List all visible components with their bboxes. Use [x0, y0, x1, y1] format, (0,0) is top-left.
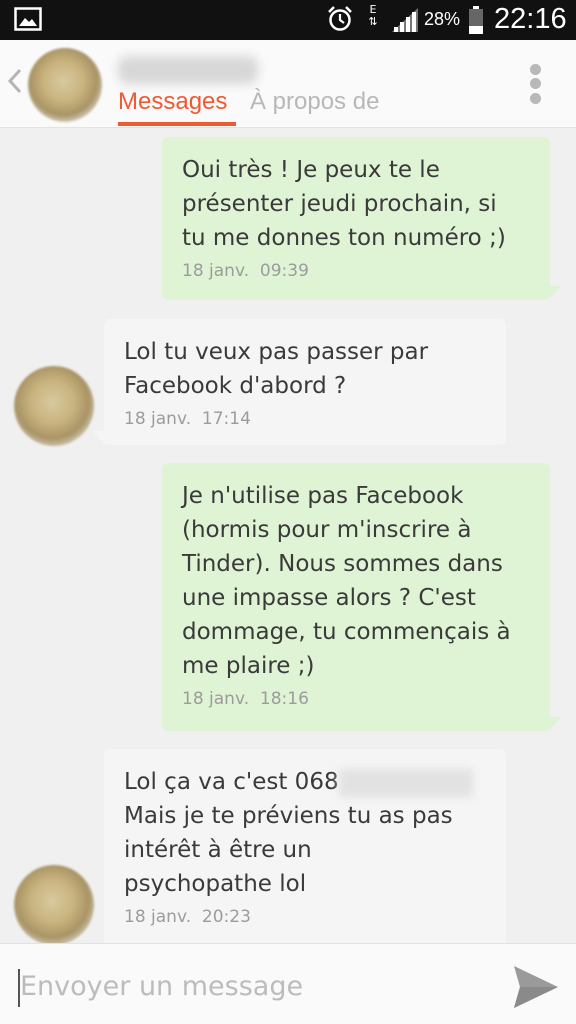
message-composer — [0, 943, 576, 1024]
battery-icon — [469, 6, 483, 34]
received-message-bubble[interactable]: Lol tu veux pas passer par Facebook d'ab… — [104, 319, 506, 445]
send-icon[interactable] — [512, 964, 560, 1010]
more-options-icon[interactable] — [526, 62, 546, 106]
phone-number-redacted — [338, 768, 473, 797]
contact-avatar[interactable] — [28, 48, 102, 122]
message-text: Mais je te préviens tu as pas intérêt à … — [124, 803, 453, 897]
message-timestamp: 18 janv. 20:23 — [124, 907, 251, 927]
sent-message-bubble[interactable]: Je n'utilise pas Facebook (hormis pour m… — [162, 463, 550, 731]
message-list[interactable]: Oui très ! Je peux te le présenter jeudi… — [0, 129, 576, 943]
clock: 22:16 — [494, 3, 567, 35]
battery-percent: 28% — [424, 9, 461, 29]
message-timestamp: 18 janv. 18:16 — [182, 689, 309, 709]
message-text: Oui très ! Je peux te le présenter jeudi… — [182, 157, 506, 251]
chat-header: Messages À propos de — [0, 40, 576, 128]
bubble-tail — [92, 431, 106, 445]
message-timestamp: 18 janv. 17:14 — [124, 409, 251, 429]
sent-message-bubble[interactable]: Oui très ! Je peux te le présenter jeudi… — [162, 137, 550, 300]
received-message-bubble[interactable]: Lol ça va c'est 068 Mais je te préviens … — [104, 749, 506, 943]
message-timestamp: 18 janv. 09:39 — [182, 261, 309, 281]
gallery-icon — [14, 7, 42, 31]
network-type: E ⇅ — [368, 3, 378, 28]
contact-avatar[interactable] — [14, 865, 94, 943]
tab-about[interactable]: À propos de — [250, 88, 379, 116]
contact-avatar[interactable] — [14, 366, 94, 446]
bubble-tail — [548, 717, 562, 731]
signal-icon — [392, 8, 418, 32]
contact-name-redacted — [118, 56, 258, 84]
message-text: Lol tu veux pas passer par Facebook d'ab… — [124, 339, 429, 399]
message-text: Je n'utilise pas Facebook (hormis pour m… — [182, 483, 511, 679]
message-text: Lol ça va c'est 068 — [124, 765, 486, 799]
alarm-icon — [328, 6, 352, 31]
status-bar: E ⇅ 28% 22:16 — [0, 0, 576, 40]
bubble-tail — [548, 286, 562, 300]
tab-messages[interactable]: Messages — [118, 88, 227, 116]
back-chevron-icon[interactable] — [6, 66, 24, 96]
active-tab-indicator — [118, 122, 236, 126]
message-input[interactable] — [20, 966, 490, 1006]
